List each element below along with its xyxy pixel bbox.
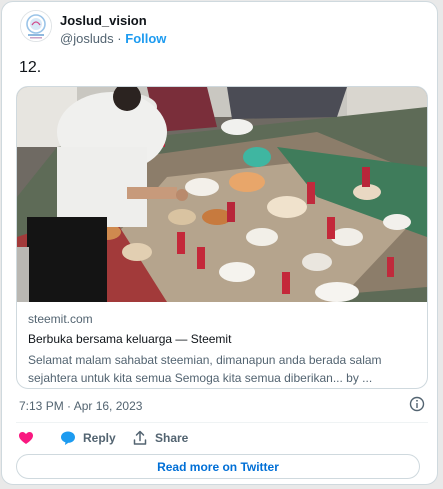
preview-photo	[17, 87, 427, 302]
link-card-text: steemit.com Berbuka bersama keluarga — S…	[28, 311, 418, 387]
share-button[interactable]: Share	[132, 426, 188, 450]
heart-icon	[19, 432, 33, 444]
meta-row: 7:13 PM · Apr 16, 2023	[19, 396, 429, 416]
action-bar: Reply Share	[18, 426, 418, 450]
handle-row: @josluds · Follow	[60, 30, 166, 47]
handle[interactable]: @josluds	[60, 31, 114, 46]
share-label: Share	[155, 431, 189, 445]
link-description: Selamat malam sahabat steemian, dimanapu…	[28, 353, 382, 385]
read-more-button[interactable]: Read more on Twitter	[16, 454, 420, 479]
link-preview-card[interactable]: steemit.com Berbuka bersama keluarga — S…	[16, 86, 428, 389]
author-names: Joslud_vision @josluds · Follow	[60, 13, 166, 47]
follow-link[interactable]: Follow	[125, 31, 166, 46]
share-upload-icon	[133, 430, 147, 445]
reply-bubble-icon	[61, 431, 75, 445]
tweet-text: 12.	[19, 59, 42, 76]
avatar-logo-icon	[21, 11, 51, 41]
separator-dot: ·	[117, 31, 122, 46]
tweet-card: Joslud_vision @josluds · Follow 12. stee…	[1, 1, 438, 485]
divider	[16, 422, 428, 423]
like-button[interactable]	[18, 426, 34, 450]
avatar[interactable]	[20, 10, 52, 42]
link-domain: steemit.com	[28, 312, 93, 326]
link-title: Berbuka bersama keluarga — Steemit	[28, 332, 232, 346]
tweet-header: Joslud_vision @josluds · Follow	[20, 10, 420, 50]
info-icon[interactable]	[409, 396, 425, 412]
display-name[interactable]: Joslud_vision	[60, 13, 166, 29]
reply-label: Reply	[83, 431, 116, 445]
timestamp[interactable]: 7:13 PM · Apr 16, 2023	[19, 399, 142, 413]
reply-button[interactable]: Reply	[60, 426, 116, 450]
